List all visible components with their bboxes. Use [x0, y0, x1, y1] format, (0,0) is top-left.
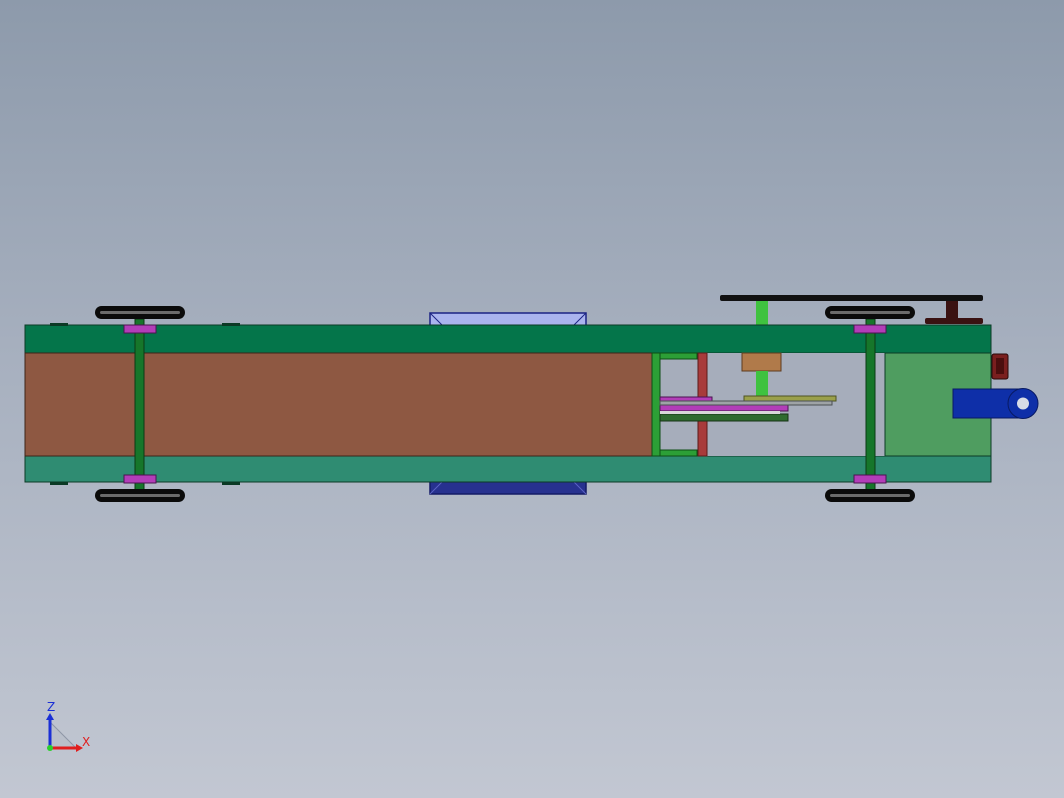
frame-side-bar: [651, 352, 661, 457]
bottom-blue-block: [429, 480, 587, 495]
gray-plate: [659, 400, 833, 406]
chassis: [24, 323, 992, 485]
motor-hole: [1017, 397, 1029, 410]
front-bearing-bottom: [123, 474, 157, 484]
chassis-bottom-rail: [24, 455, 992, 483]
gearbox-block: [741, 352, 782, 372]
lime-shaft-lower: [756, 371, 768, 397]
dark-green-plate: [659, 413, 789, 422]
triad-z-label: Z: [47, 700, 55, 714]
drive-shaft-lime: [756, 301, 768, 325]
triad-x-label: X: [82, 735, 90, 749]
chassis-top-rail: [24, 324, 992, 354]
top-blue-block: [429, 312, 587, 327]
deck-brown-panel: [24, 352, 653, 457]
front-bearing-top: [123, 324, 157, 334]
rear-bearing-top: [853, 324, 887, 334]
axis-triad-icon: Z X: [46, 700, 90, 752]
purple-plate-2: [659, 404, 789, 412]
rear-bearing-bottom: [853, 474, 887, 484]
cad-viewport[interactable]: Z X: [0, 0, 1064, 798]
rear-axle-shaft: [865, 318, 876, 492]
olive-plate: [743, 395, 837, 402]
drive-post-base: [925, 318, 983, 324]
drive-post-dark: [946, 301, 958, 319]
top-drive-plate: [720, 295, 983, 301]
front-axle-shaft: [134, 318, 145, 492]
